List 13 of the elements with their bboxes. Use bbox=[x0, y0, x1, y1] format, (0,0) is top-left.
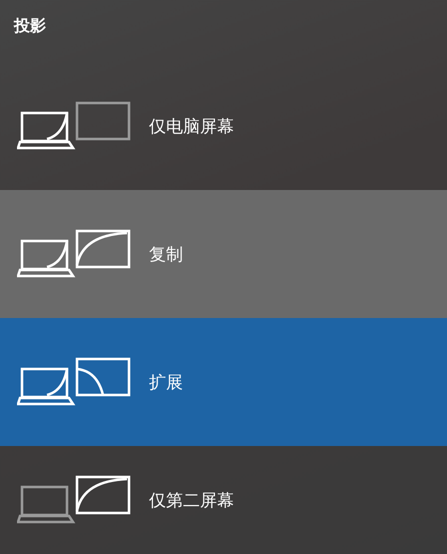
option-label: 复制 bbox=[149, 244, 183, 266]
panel-title: 投影 bbox=[14, 16, 46, 37]
option-label: 仅第二屏幕 bbox=[149, 490, 234, 512]
option-label: 仅电脑屏幕 bbox=[149, 116, 234, 138]
display-mode-icon bbox=[17, 475, 133, 525]
projection-option[interactable]: 仅电脑屏幕 bbox=[0, 62, 447, 190]
projection-option[interactable]: 扩展 bbox=[0, 318, 447, 446]
projection-option[interactable]: 仅第二屏幕 bbox=[0, 446, 447, 554]
option-label: 扩展 bbox=[149, 372, 183, 394]
projection-option[interactable]: 复制 bbox=[0, 190, 447, 318]
display-mode-icon bbox=[17, 229, 133, 279]
display-mode-icon bbox=[17, 357, 133, 407]
display-mode-icon bbox=[17, 101, 133, 151]
